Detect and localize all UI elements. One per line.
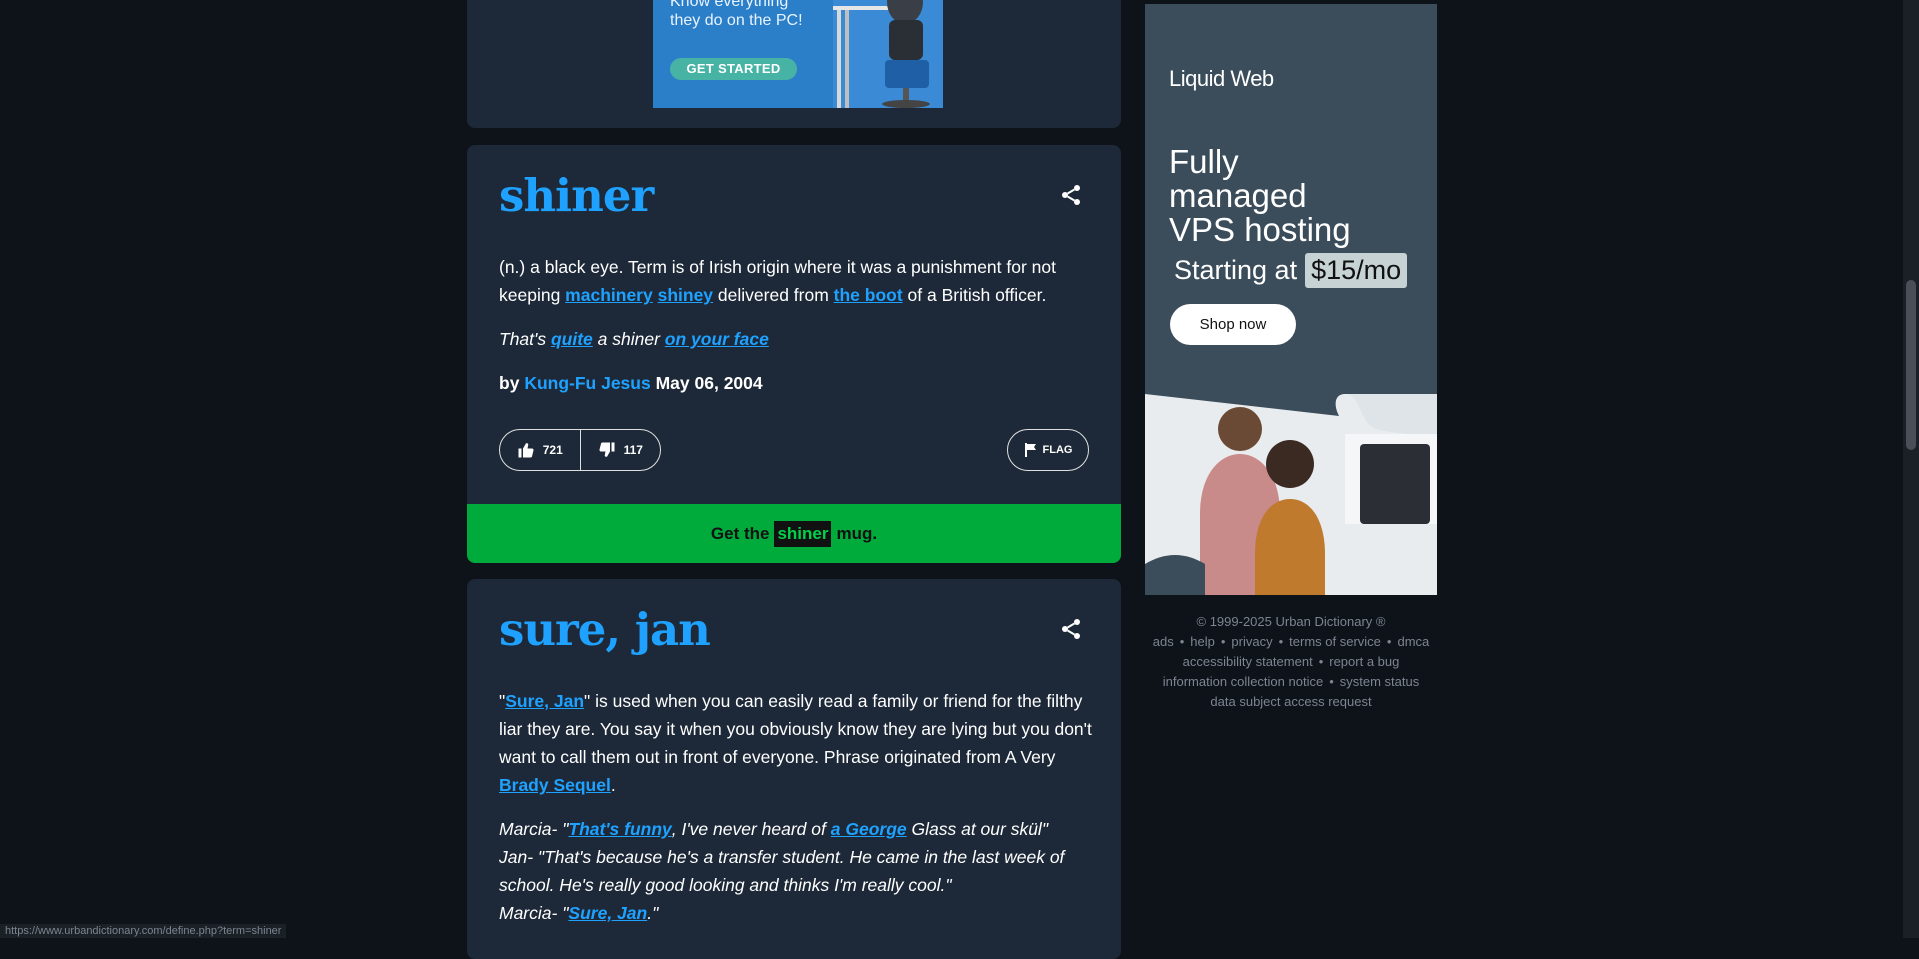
term-link[interactable]: machinery (565, 285, 653, 305)
footer-link-accessibility[interactable]: accessibility statement (1183, 654, 1313, 669)
vote-buttons: 721 117 (499, 429, 661, 471)
top-ad-card: Know everything they do on the PC! GET S… (467, 0, 1121, 128)
downvote-count: 117 (623, 443, 643, 457)
footer-link-help[interactable]: help (1190, 634, 1215, 649)
definition-meaning: (n.) a black eye. Term is of Irish origi… (499, 253, 1099, 309)
text-segment: , I've never heard of (671, 819, 831, 839)
copyright: © 1999-2025 Urban Dictionary ® (1196, 614, 1386, 629)
thumbs-up-icon (518, 443, 534, 458)
ad-price-row: Starting at $15/mo (1174, 253, 1408, 288)
flag-icon (1024, 443, 1036, 457)
term-link[interactable]: That's funny (568, 819, 671, 839)
mug-pre: Get the (710, 523, 770, 543)
definition-example: That's quite a shiner on your face (499, 325, 1099, 353)
contributor: by Kung-Fu Jesus May 06, 2004 (499, 373, 763, 394)
ad-photo (1145, 394, 1437, 595)
get-mug-banner[interactable]: Get the shiner mug. (467, 504, 1121, 563)
share-icon[interactable] (1059, 183, 1083, 207)
term-link[interactable]: quite (551, 329, 593, 349)
text-segment: of a British officer. (902, 285, 1047, 305)
term-link[interactable]: shiney (658, 285, 713, 305)
upvote-count: 721 (542, 443, 563, 457)
ad-illustration (833, 0, 943, 108)
text-segment: Marcia- " (499, 819, 569, 839)
footer-row: data subject access request (1145, 692, 1437, 712)
ad-price: $15/mo (1305, 253, 1408, 288)
thumbs-down-icon (599, 442, 615, 457)
by-label: by (499, 373, 520, 393)
flag-label: FLAG (1042, 444, 1073, 456)
footer-row: ads • help • privacy • terms of service • dmca (1152, 634, 1430, 649)
term-link[interactable]: Brady Sequel (499, 775, 611, 795)
term-link[interactable]: Sure, Jan (568, 903, 647, 923)
footer-link-ads[interactable]: ads (1153, 634, 1174, 649)
footer-link-dsar[interactable]: data subject access request (1210, 694, 1371, 709)
term-link[interactable]: a George (831, 819, 907, 839)
definition-word[interactable]: sure, jan (499, 603, 711, 656)
term-link[interactable]: Sure, Jan (505, 691, 584, 711)
ad-shop-now-button[interactable]: Shop now (1170, 304, 1296, 345)
term-link[interactable]: the boot (834, 285, 903, 305)
text-segment: Marcia- " (499, 903, 569, 923)
upvote-button[interactable]: 721 (500, 430, 580, 470)
page-scrollbar[interactable] (1903, 0, 1919, 938)
footer-link-terms[interactable]: terms of service (1289, 634, 1381, 649)
ad-brand: Liquid Web (1169, 66, 1274, 91)
top-ad-banner[interactable]: Know everything they do on the PC! GET S… (653, 0, 943, 108)
definition-date: May 06, 2004 (655, 373, 763, 393)
definition-card: shiner (n.) a black eye. Term is of Iris… (467, 145, 1121, 563)
text-segment: a shiner (592, 329, 665, 349)
text-segment: Jan- "That's because he's a transfer stu… (499, 847, 1065, 895)
share-icon[interactable] (1059, 617, 1083, 641)
text-segment: That's (499, 329, 551, 349)
ad-headline-line: managed (1169, 177, 1307, 214)
footer-row: accessibility statement • report a bug (1182, 654, 1400, 669)
term-link[interactable]: on your face (665, 329, 769, 349)
definition-example: Marcia- "That's funny, I've never heard … (499, 815, 1099, 927)
ad-headline-line: Fully (1169, 143, 1239, 180)
mug-post: mug. (836, 523, 878, 543)
text-segment: . (610, 775, 616, 795)
footer-link-system-status[interactable]: system status (1340, 674, 1419, 689)
definition-card: sure, jan "Sure, Jan" is used when you c… (467, 579, 1121, 959)
text-segment: " is used when you can easily read a fam… (499, 691, 1092, 767)
footer-row: information collection notice • system sta… (1162, 674, 1420, 689)
ad-starting-at: Starting at (1174, 255, 1298, 285)
ad-line-2: they do on the PC! (670, 12, 803, 29)
scrollbar-thumb[interactable] (1906, 280, 1916, 450)
text-segment: Glass at our skül" (906, 819, 1049, 839)
definition-meaning: "Sure, Jan" is used when you can easily … (499, 687, 1099, 799)
text-segment: delivered from (713, 285, 834, 305)
text-segment: ." (647, 903, 659, 923)
flag-button[interactable]: FLAG (1007, 429, 1089, 471)
footer-link-info-collection[interactable]: information collection notice (1163, 674, 1323, 689)
site-footer: © 1999-2025 Urban Dictionary ® ads • help •… (1145, 612, 1437, 712)
mug-word: shiner (774, 520, 832, 547)
author-link[interactable]: Kung-Fu Jesus (524, 373, 650, 393)
ad-line-1: Know everything (670, 0, 789, 10)
downvote-button[interactable]: 117 (579, 430, 661, 470)
definition-word[interactable]: shiner (499, 169, 654, 222)
footer-link-privacy[interactable]: privacy (1231, 634, 1272, 649)
footer-link-dmca[interactable]: dmca (1397, 634, 1429, 649)
sidebar-ad[interactable]: Liquid Web Fully managed VPS hosting Sta… (1145, 4, 1437, 595)
ad-headline-line: VPS hosting (1169, 211, 1351, 248)
status-bar-url: https://www.urbandictionary.com/define.p… (0, 924, 287, 938)
ad-get-started-button[interactable]: GET STARTED (670, 58, 797, 80)
footer-link-report-bug[interactable]: report a bug (1329, 654, 1399, 669)
